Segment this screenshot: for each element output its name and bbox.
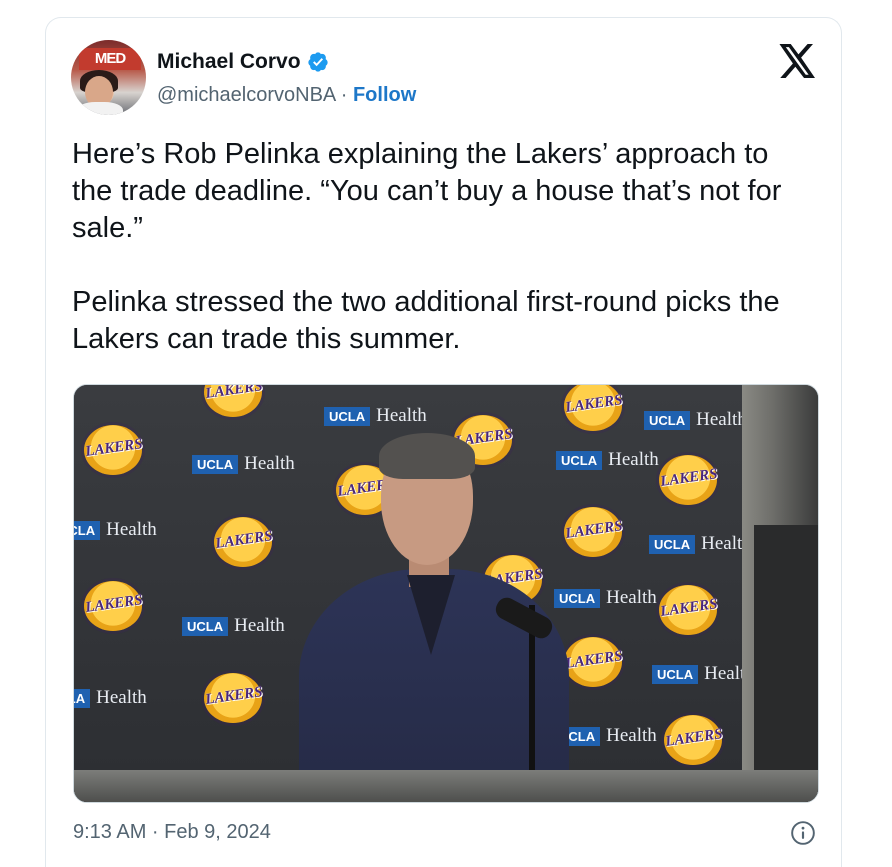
handle-separator: ·: [340, 84, 348, 106]
ucla-health-mark: UCLAHealth: [192, 453, 295, 475]
tweet-text: Here’s Rob Pelinka explaining the Lakers…: [72, 136, 812, 358]
ucla-health-mark: UCLAHealth: [556, 449, 659, 471]
tweet-video[interactable]: UCLAHealth UCLAHealth UCLAHealth UCLAHea…: [73, 384, 819, 803]
avatar-shirt: [77, 102, 123, 115]
author-display-name[interactable]: Michael Corvo: [157, 50, 301, 74]
lakers-logo: [664, 715, 722, 765]
lakers-logo: [564, 637, 622, 687]
lakers-logo: [84, 425, 142, 475]
ucla-health-mark: UCLAHealth: [74, 519, 157, 541]
author-avatar[interactable]: MED: [71, 40, 146, 115]
tweet-paragraph-1: Here’s Rob Pelinka explaining the Lakers…: [72, 138, 782, 244]
ucla-health-mark: UCLAHealth: [644, 409, 747, 431]
lakers-logo: [659, 455, 717, 505]
author-handle[interactable]: @michaelcorvoNBA: [157, 84, 335, 106]
info-icon[interactable]: [790, 820, 816, 846]
lakers-logo: [564, 507, 622, 557]
x-logo-icon[interactable]: [779, 44, 817, 78]
lakers-logo: [564, 385, 622, 431]
follow-button[interactable]: Follow: [353, 84, 416, 106]
verified-badge-icon: [307, 52, 328, 72]
tweet-card: MED Michael Corvo @michaelcorvoNBA · Fol…: [45, 17, 842, 867]
ucla-health-mark: UCLAHealth: [554, 587, 657, 609]
press-table: [74, 770, 818, 802]
lakers-logo: [659, 585, 717, 635]
ucla-health-mark: UCLAHealth: [649, 533, 752, 555]
side-wall: [742, 385, 818, 802]
ucla-health-mark: UCLAHealth: [182, 615, 285, 637]
author-handle-row: @michaelcorvoNBA · Follow: [157, 84, 416, 107]
avatar-sign: MED: [79, 48, 141, 70]
lakers-logo: [204, 673, 262, 723]
author-name-row: Michael Corvo: [157, 50, 329, 74]
ucla-health-mark: UCLAHealth: [74, 687, 147, 709]
tweet-timestamp[interactable]: 9:13 AM · Feb 9, 2024: [73, 821, 271, 844]
tweet-paragraph-2: Pelinka stressed the two additional firs…: [72, 286, 780, 355]
lakers-logo: [214, 517, 272, 567]
ucla-health-mark: UCLAHealth: [652, 663, 755, 685]
ucla-health-mark: UCLAHealth: [554, 725, 657, 747]
lakers-logo: [204, 385, 262, 417]
ucla-health-mark: UCLAHealth: [324, 405, 427, 427]
lakers-logo: [84, 581, 142, 631]
